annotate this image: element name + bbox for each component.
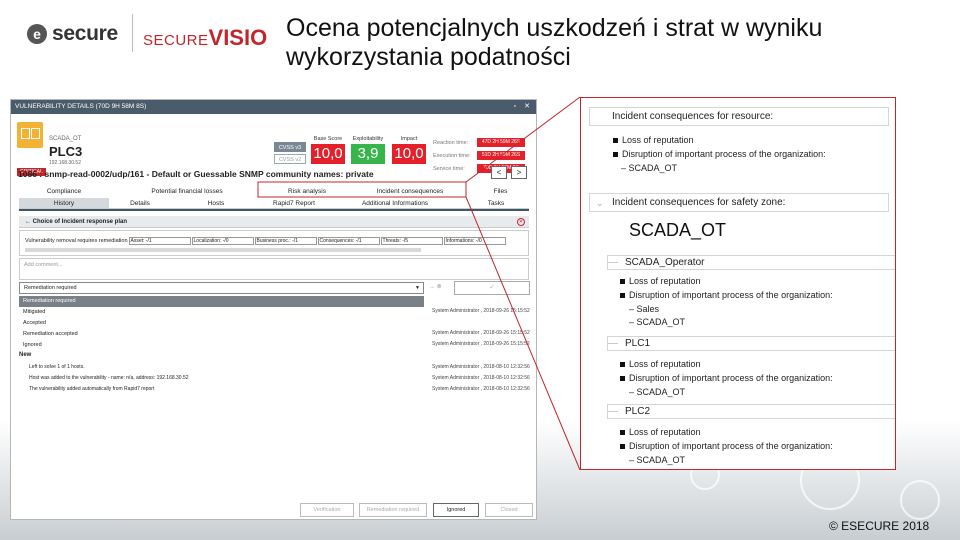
callout-line-bottom (465, 196, 581, 471)
resource-section-title: Incident consequences for resource: (612, 111, 774, 122)
dash-glyph: – (629, 455, 635, 465)
zone-section-title: Incident consequences for safety zone: (612, 197, 786, 208)
group-subitem: – SCADA_OT (629, 317, 685, 327)
group-name: PLC1 (625, 338, 651, 349)
group-subitem-text: Sales (636, 304, 660, 314)
group-subitem-text: SCADA_OT (636, 317, 686, 327)
resource-subitem: – SCADA_OT (621, 163, 677, 173)
zone-name: SCADA_OT (629, 220, 727, 240)
group-header[interactable]: PLC1 (607, 336, 895, 351)
bullet-icon (613, 151, 618, 157)
group-header[interactable]: SCADA_Operator (607, 255, 895, 270)
bullet-icon (620, 278, 625, 284)
bullet-icon (620, 429, 625, 435)
highlight-box (257, 181, 467, 198)
group-item: Disruption of important process of the o… (620, 373, 833, 383)
group-item-text: Loss of reputation (629, 276, 701, 286)
group-subitem-text: SCADA_OT (636, 455, 686, 465)
group-item-text: Disruption of important process of the o… (629, 441, 833, 451)
dash-glyph: – (629, 304, 635, 314)
group-item: Loss of reputation (620, 427, 701, 437)
dash-glyph: – (629, 387, 635, 397)
group-item-text: Loss of reputation (629, 427, 701, 437)
bullet-icon (620, 292, 625, 298)
group-subitem: – Sales (629, 304, 659, 314)
group-name: PLC2 (625, 406, 651, 417)
resource-section-header[interactable]: Incident consequences for resource: (589, 107, 889, 126)
incident-consequences-zoom: Incident consequences for resource: Loss… (580, 97, 896, 470)
group-item: Disruption of important process of the o… (620, 441, 833, 451)
chevron-down-icon: ⌄ (596, 198, 604, 208)
dash-glyph: – (629, 317, 635, 327)
group-subitem-text: SCADA_OT (636, 387, 686, 397)
resource-item-text: Disruption of important process of the o… (622, 149, 826, 159)
zone-section-header[interactable]: ⌄ Incident consequences for safety zone: (589, 193, 889, 212)
resource-item: Disruption of important process of the o… (613, 149, 826, 159)
bullet-icon (613, 137, 618, 143)
callout-line-top (465, 96, 581, 183)
copyright: © ESECURE 2018 (829, 519, 930, 533)
bullet-icon (620, 375, 625, 381)
group-name: SCADA_Operator (625, 257, 705, 268)
group-header[interactable]: PLC2 (607, 404, 895, 419)
group-item: Loss of reputation (620, 276, 701, 286)
group-subitem: – SCADA_OT (629, 387, 685, 397)
group-item: Loss of reputation (620, 359, 701, 369)
group-item-text: Disruption of important process of the o… (629, 290, 833, 300)
resource-item: Loss of reputation (613, 135, 694, 145)
group-subitem: – SCADA_OT (629, 455, 685, 465)
group-item-text: Disruption of important process of the o… (629, 373, 833, 383)
dash-glyph: – (621, 163, 627, 173)
resource-subitem-text: SCADA_OT (628, 163, 678, 173)
bullet-icon (620, 361, 625, 367)
bullet-icon (620, 443, 625, 449)
group-item-text: Loss of reputation (629, 359, 701, 369)
group-item: Disruption of important process of the o… (620, 290, 833, 300)
resource-item-text: Loss of reputation (622, 135, 694, 145)
